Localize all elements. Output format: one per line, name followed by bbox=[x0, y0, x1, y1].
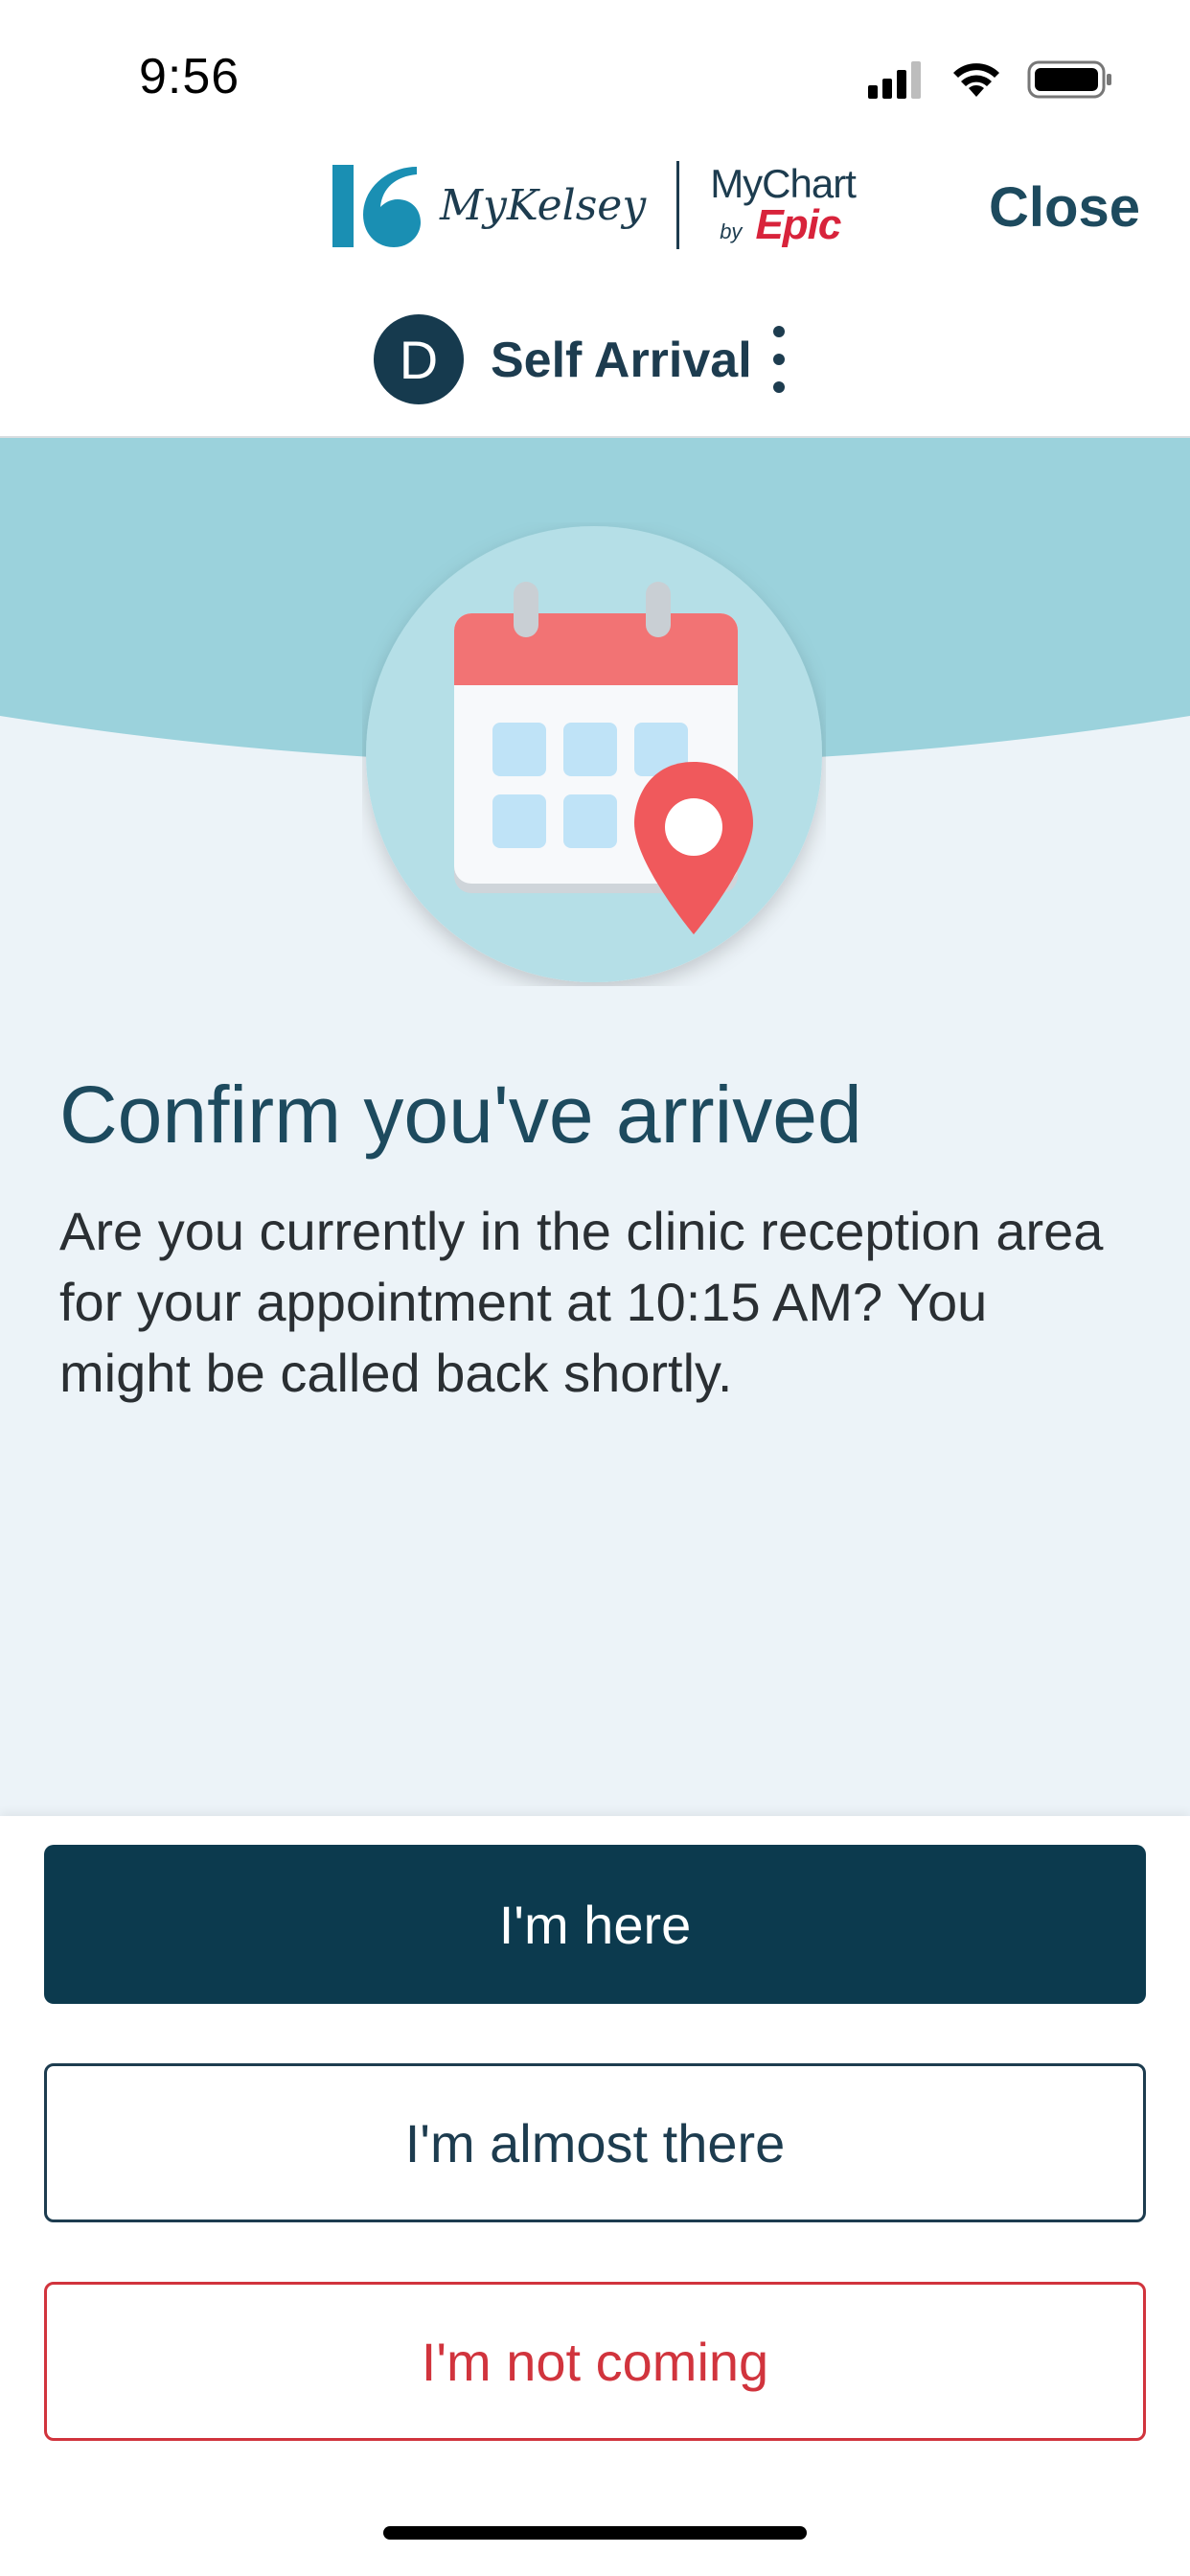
by-text: by bbox=[720, 219, 743, 243]
signal-icon bbox=[868, 61, 921, 99]
mykelsey-logo-text: MyKelsey bbox=[440, 180, 647, 230]
avatar[interactable]: D bbox=[374, 314, 464, 404]
confirm-heading: Confirm you've arrived bbox=[59, 1070, 862, 1160]
close-button[interactable]: Close bbox=[989, 175, 1140, 240]
brand-logos: MyKelsey MyChart by Epic bbox=[331, 161, 857, 249]
logo-divider bbox=[676, 161, 680, 249]
menu-dot bbox=[773, 326, 785, 337]
kelsey-logo-icon bbox=[332, 165, 421, 247]
im-here-button[interactable]: I'm here bbox=[44, 1845, 1146, 2004]
status-time: 9:56 bbox=[139, 49, 240, 104]
home-indicator[interactable] bbox=[383, 2526, 807, 2540]
calendar-location-icon bbox=[366, 526, 822, 982]
wifi-icon bbox=[953, 63, 999, 97]
status-icons bbox=[868, 56, 1113, 104]
page-title: Self Arrival bbox=[491, 333, 752, 388]
menu-dot bbox=[773, 381, 785, 393]
mychart-logo-text: MyChart bbox=[710, 161, 857, 206]
menu-dot bbox=[773, 354, 785, 365]
epic-logo-text: Epic bbox=[755, 201, 841, 248]
battery-icon bbox=[1027, 60, 1111, 99]
almost-there-button[interactable]: I'm almost there bbox=[44, 2063, 1146, 2222]
confirm-message: Are you currently in the clinic receptio… bbox=[59, 1201, 1104, 1403]
not-coming-button[interactable]: I'm not coming bbox=[44, 2282, 1146, 2441]
more-vertical-icon[interactable] bbox=[762, 326, 796, 393]
by-epic-line: by Epic bbox=[720, 204, 856, 246]
mychart-logo: MyChart by Epic bbox=[710, 161, 857, 246]
